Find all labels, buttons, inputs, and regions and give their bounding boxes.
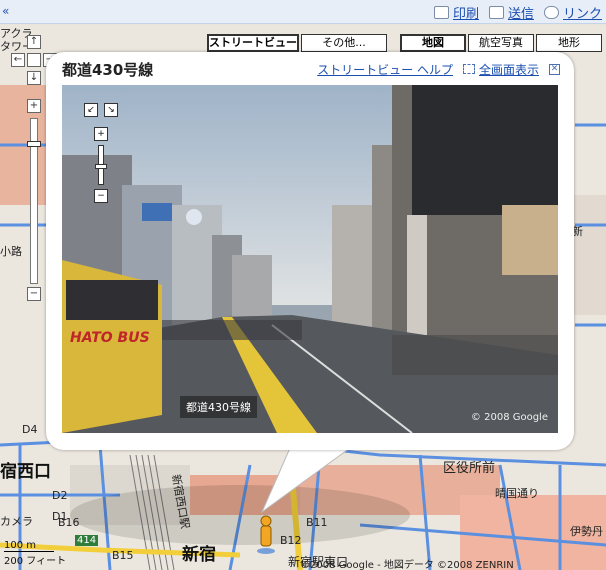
streetview-button[interactable]: ストリートビュー <box>207 34 299 52</box>
panorama-zoom-handle[interactable] <box>95 164 107 169</box>
zoom-slider-track[interactable] <box>27 118 41 284</box>
mail-icon <box>488 6 504 19</box>
map-label-seiko-street: 晴国通り <box>495 487 539 500</box>
print-icon <box>433 6 449 19</box>
close-icon[interactable]: ✕ <box>549 64 560 75</box>
map-type-group-left: ストリートビュー その他... <box>207 34 389 52</box>
link-link[interactable]: リンク <box>543 3 602 22</box>
pan-left-button[interactable]: ← <box>11 53 25 67</box>
panorama-image <box>62 85 558 433</box>
map-label-koji: 小路 <box>0 245 22 258</box>
panorama-road-label[interactable]: 都道430号線 <box>180 396 257 418</box>
print-link[interactable]: 印刷 <box>433 3 479 22</box>
send-link[interactable]: 送信 <box>488 3 534 22</box>
info-window-title: 都道430号線 <box>62 61 154 79</box>
map-label-station-west: 宿西口 <box>0 462 51 482</box>
map-label-camera: カメラ <box>0 515 33 528</box>
aerial-button[interactable]: 航空写真 <box>468 34 534 52</box>
terrain-button[interactable]: 地形 <box>536 34 602 52</box>
panorama-zoom-slider[interactable] <box>95 145 107 185</box>
map-label-b15: B15 <box>112 549 134 562</box>
info-window-links: ストリートビュー ヘルプ 全画面表示 ✕ <box>317 61 560 78</box>
panorama-zoom-out-button[interactable]: − <box>94 189 108 203</box>
panorama-expand-left-button[interactable]: ↙ <box>84 103 98 117</box>
link-icon <box>543 6 559 19</box>
panorama-zoom-in-button[interactable]: + <box>94 127 108 141</box>
map-attribution: ©2008 Google - 地図データ ©2008 ZENRIN <box>300 560 514 570</box>
top-link-bar: « 印刷 送信 リンク <box>0 0 606 24</box>
zoom-slider-handle[interactable] <box>27 141 41 147</box>
top-links: 印刷 送信 リンク <box>433 3 602 22</box>
map-label-isetan: 伊勢丹 <box>570 525 603 538</box>
panorama-copyright: © 2008 Google <box>470 412 548 423</box>
panorama-expand-right-button[interactable]: ↘ <box>104 103 118 117</box>
map-label-b11: B11 <box>306 516 328 529</box>
other-button[interactable]: その他... <box>301 34 387 52</box>
map-label-shinjuku: 新宿 <box>182 545 216 565</box>
pan-down-button[interactable]: ↓ <box>27 71 41 85</box>
zoom-out-button[interactable]: − <box>27 287 41 301</box>
zoom-in-button[interactable]: + <box>27 99 41 113</box>
map-label-kuyakusho: 区役所前 <box>443 461 496 476</box>
fullscreen-link[interactable]: 全画面表示 <box>462 61 539 78</box>
streetview-help-link[interactable]: ストリートビュー ヘルプ <box>317 61 453 78</box>
pan-up-button[interactable]: ↑ <box>27 35 41 49</box>
pan-center-button[interactable] <box>27 53 41 67</box>
fullscreen-icon <box>462 64 475 74</box>
map-label-b12: B12 <box>280 534 302 547</box>
map-button[interactable]: 地図 <box>400 34 466 52</box>
map-label-d4: D4 <box>22 423 38 436</box>
streetview-panorama[interactable]: HATO BUS ↙ ↘ + − 都道430号線 © 2008 Google <box>62 85 558 433</box>
collapse-button[interactable]: « <box>2 4 16 18</box>
map-label-d2: D2 <box>52 489 68 502</box>
map-type-group-right: 地図 航空写真 地形 <box>400 34 604 52</box>
pegman-icon[interactable] <box>254 515 278 555</box>
map-scale: 100 m 200 フィート <box>4 540 67 567</box>
bus-text: HATO BUS <box>70 330 150 346</box>
map-label-b16: B16 <box>58 516 80 529</box>
